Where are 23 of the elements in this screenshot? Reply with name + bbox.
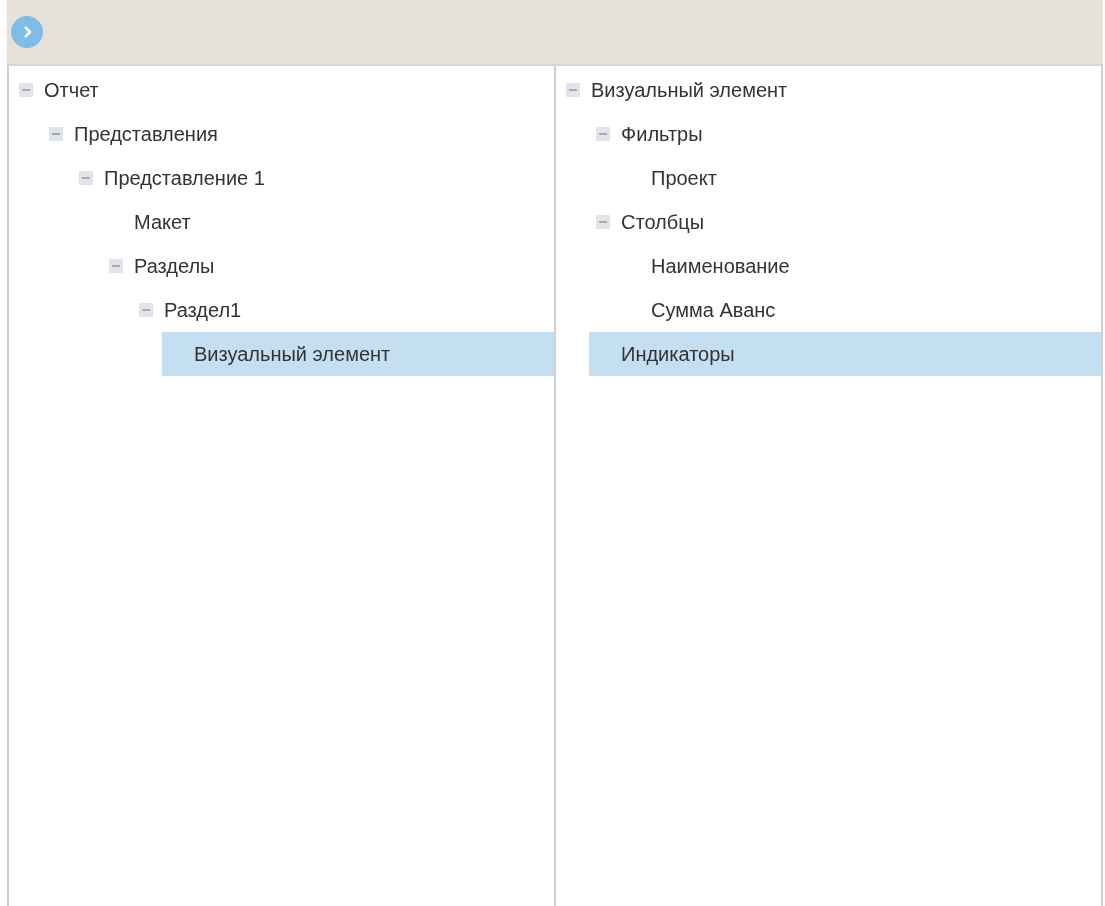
collapse-icon[interactable] <box>109 259 123 273</box>
tree-item[interactable]: Столбцы <box>589 200 1101 244</box>
collapse-icon[interactable] <box>596 127 610 141</box>
tree-item[interactable]: Фильтры <box>589 112 1101 156</box>
collapse-icon[interactable] <box>49 127 63 141</box>
tree-item[interactable]: Раздел1 <box>132 288 554 332</box>
collapse-icon[interactable] <box>79 171 93 185</box>
tree-item[interactable]: Проект <box>619 156 1101 200</box>
tree-item[interactable]: Сумма Аванс <box>619 288 1101 332</box>
tree-item[interactable]: Макет <box>102 200 554 244</box>
tree-item[interactable]: Индикаторы <box>589 332 1101 376</box>
collapse-icon[interactable] <box>566 83 580 97</box>
tree-item[interactable]: Наименование <box>619 244 1101 288</box>
collapse-icon[interactable] <box>139 303 153 317</box>
tree-item[interactable]: Разделы <box>102 244 554 288</box>
tree-item[interactable]: Визуальный элемент <box>162 332 554 376</box>
tree-item[interactable]: Представление 1 <box>72 156 554 200</box>
tree-item[interactable]: Отчет <box>12 68 554 112</box>
tree-item[interactable]: Представления <box>42 112 554 156</box>
tree-item[interactable]: Визуальный элемент <box>559 68 1101 112</box>
collapse-icon[interactable] <box>596 215 610 229</box>
collapse-icon[interactable] <box>19 83 33 97</box>
forward-button[interactable] <box>11 16 43 48</box>
